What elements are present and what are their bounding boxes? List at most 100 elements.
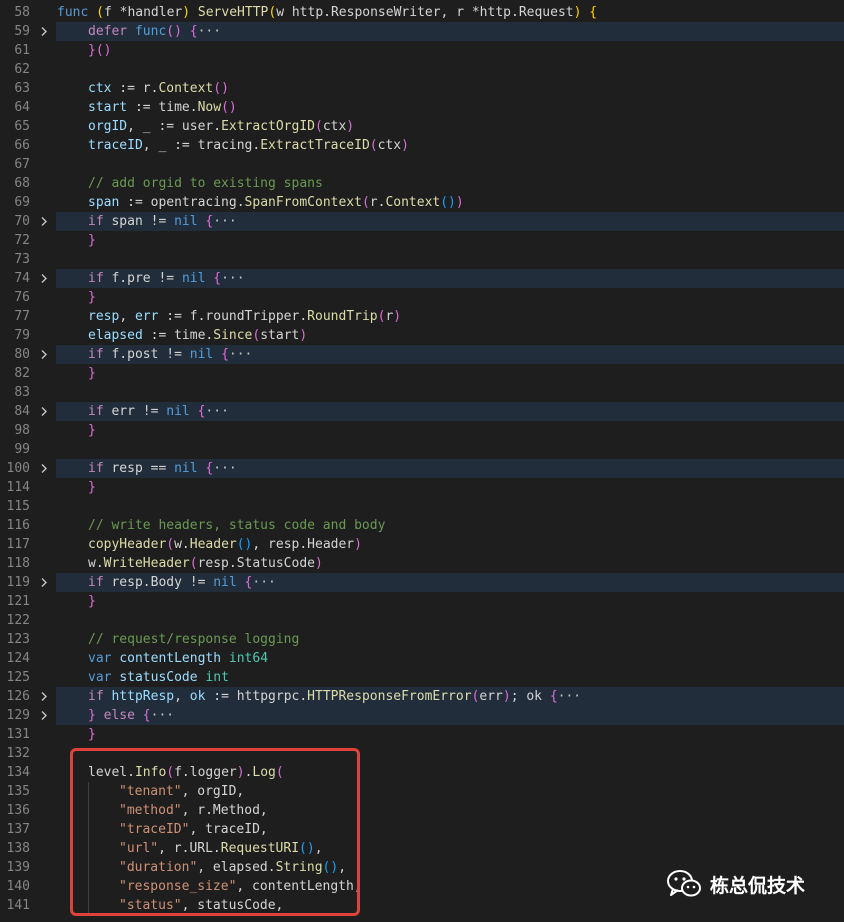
folded-ellipsis[interactable]: ···: [221, 271, 244, 286]
code-text: start := time.Now(): [88, 100, 237, 115]
code-text: // request/response logging: [88, 632, 300, 647]
line-number: 83: [14, 385, 30, 400]
code-line[interactable]: 66 traceID, _ := tracing.ExtractTraceID(c…: [0, 136, 844, 155]
folded-ellipsis[interactable]: ···: [558, 689, 581, 704]
code-text: func (f *handler) ServeHTTP(w http.Respo…: [57, 5, 598, 20]
code-text: w.WriteHeader(resp.StatusCode): [88, 556, 323, 571]
code-line[interactable]: 79 elapsed := time.Since(start): [0, 326, 844, 345]
code-line[interactable]: 121}: [0, 592, 844, 611]
code-line[interactable]: 126 if httpResp, ok := httpgrpc.HTTPRespo…: [0, 687, 844, 706]
code-text: // add orgid to existing spans: [88, 176, 323, 191]
line-number: 137: [6, 822, 30, 837]
code-line[interactable]: 82}: [0, 364, 844, 383]
fold-chevron-icon[interactable]: [39, 687, 51, 706]
code-text: if f.post != nil {···: [88, 347, 253, 362]
code-line[interactable]: 65 orgID, _ := user.ExtractOrgID(ctx): [0, 117, 844, 136]
fold-chevron-icon[interactable]: [39, 345, 51, 364]
line-number: 131: [6, 727, 30, 742]
code-line[interactable]: 129} else {···: [0, 706, 844, 725]
folded-ellipsis[interactable]: ···: [205, 404, 228, 419]
code-line[interactable]: 80 if f.post != nil {···: [0, 345, 844, 364]
code-line[interactable]: 69 span := opentracing.SpanFromContext(r.…: [0, 193, 844, 212]
fold-chevron-icon[interactable]: [39, 22, 51, 41]
code-text: if resp == nil {···: [88, 461, 237, 476]
code-text: if err != nil {···: [88, 404, 229, 419]
fold-chevron-icon[interactable]: [39, 402, 51, 421]
line-number: 68: [14, 176, 30, 191]
code-line[interactable]: 131}: [0, 725, 844, 744]
code-line[interactable]: 124 var contentLength int64: [0, 649, 844, 668]
code-text: defer func() {···: [88, 24, 222, 39]
code-line[interactable]: 100 if resp == nil {···: [0, 459, 844, 478]
line-number: 62: [14, 62, 30, 77]
code-text: }: [88, 727, 96, 742]
code-text: var statusCode int: [88, 670, 229, 685]
fold-chevron-icon[interactable]: [39, 706, 51, 725]
line-number: 65: [14, 119, 30, 134]
watermark: 栋总侃技术: [666, 868, 805, 900]
code-line[interactable]: 62: [0, 60, 844, 79]
code-line[interactable]: 74 if f.pre != nil {···: [0, 269, 844, 288]
code-text: }: [88, 594, 96, 609]
folded-ellipsis[interactable]: ···: [198, 24, 221, 39]
code-line[interactable]: 116 // write headers, status code and bod…: [0, 516, 844, 535]
line-number: 114: [6, 480, 30, 495]
folded-ellipsis[interactable]: ···: [252, 575, 275, 590]
code-line[interactable]: 61}(): [0, 41, 844, 60]
code-line[interactable]: 59 defer func() {···: [0, 22, 844, 41]
line-number: 139: [6, 860, 30, 875]
line-number: 80: [14, 347, 30, 362]
fold-chevron-icon[interactable]: [39, 459, 51, 478]
code-line[interactable]: 114}: [0, 478, 844, 497]
code-line[interactable]: 73: [0, 250, 844, 269]
line-number: 116: [6, 518, 30, 533]
line-number: 73: [14, 252, 30, 267]
code-text: }: [88, 290, 96, 305]
line-number: 63: [14, 81, 30, 96]
code-line[interactable]: 118 w.WriteHeader(resp.StatusCode): [0, 554, 844, 573]
code-text: elapsed := time.Since(start): [88, 328, 308, 343]
code-line[interactable]: 63 ctx := r.Context(): [0, 79, 844, 98]
folded-ellipsis[interactable]: ···: [151, 708, 174, 723]
code-line[interactable]: 99: [0, 440, 844, 459]
code-line[interactable]: 125 var statusCode int: [0, 668, 844, 687]
fold-chevron-icon[interactable]: [39, 212, 51, 231]
fold-chevron-icon[interactable]: [39, 269, 51, 288]
code-line[interactable]: 83: [0, 383, 844, 402]
line-number: 136: [6, 803, 30, 818]
code-line[interactable]: 84 if err != nil {···: [0, 402, 844, 421]
line-number: 76: [14, 290, 30, 305]
code-line[interactable]: 76}: [0, 288, 844, 307]
code-line[interactable]: 67: [0, 155, 844, 174]
line-number: 126: [6, 689, 30, 704]
line-number: 82: [14, 366, 30, 381]
line-number: 99: [14, 442, 30, 457]
code-line[interactable]: 117 copyHeader(w.Header(), resp.Header): [0, 535, 844, 554]
line-number: 141: [6, 898, 30, 913]
line-number: 100: [6, 461, 30, 476]
folded-ellipsis[interactable]: ···: [229, 347, 252, 362]
fold-chevron-icon[interactable]: [39, 573, 51, 592]
code-line[interactable]: 68 // add orgid to existing spans: [0, 174, 844, 193]
code-line[interactable]: 123 // request/response logging: [0, 630, 844, 649]
code-line[interactable]: 58 func (f *handler) ServeHTTP(w http.Res…: [0, 3, 844, 22]
code-text: }: [88, 233, 96, 248]
code-line[interactable]: 72}: [0, 231, 844, 250]
folded-ellipsis[interactable]: ···: [213, 461, 236, 476]
code-text: ctx := r.Context(): [88, 81, 229, 96]
code-line[interactable]: 122: [0, 611, 844, 630]
code-line[interactable]: 70 if span != nil {···: [0, 212, 844, 231]
code-line[interactable]: 64 start := time.Now(): [0, 98, 844, 117]
folded-ellipsis[interactable]: ···: [213, 214, 236, 229]
line-number: 118: [6, 556, 30, 571]
watermark-text: 栋总侃技术: [710, 874, 806, 897]
code-text: }: [88, 480, 96, 495]
code-line[interactable]: 115: [0, 497, 844, 516]
line-number: 79: [14, 328, 30, 343]
line-number: 134: [6, 765, 30, 780]
line-number: 69: [14, 195, 30, 210]
line-number: 61: [14, 43, 30, 58]
code-line[interactable]: 119 if resp.Body != nil {···: [0, 573, 844, 592]
code-line[interactable]: 98}: [0, 421, 844, 440]
code-line[interactable]: 77 resp, err := f.roundTripper.RoundTrip(…: [0, 307, 844, 326]
